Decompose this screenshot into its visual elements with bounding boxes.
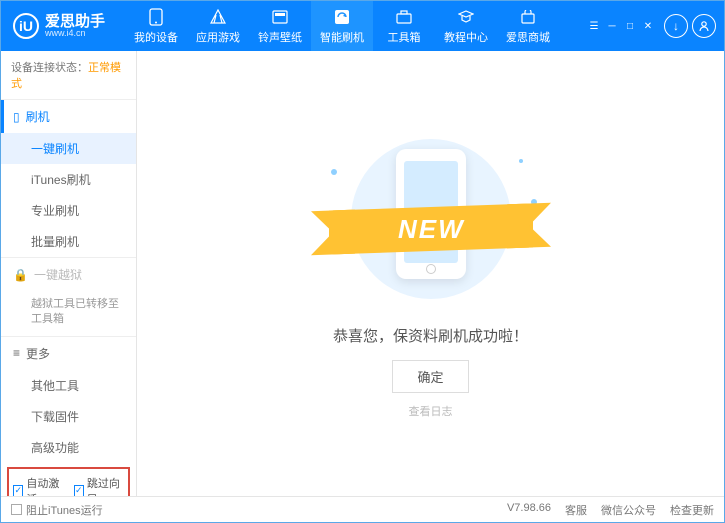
close-icon[interactable]: ✕ [640, 19, 656, 33]
checkbox-icon [11, 504, 22, 515]
download-button[interactable]: ↓ [664, 14, 688, 38]
connection-status: 设备连接状态：正常模式 [1, 51, 136, 99]
app-title: 爱思助手 [45, 14, 105, 29]
sidebar-item-itunes[interactable]: iTunes刷机 [1, 164, 136, 195]
maximize-icon[interactable]: □ [622, 19, 638, 33]
toolbox-icon [395, 8, 413, 26]
footer-link-support[interactable]: 客服 [565, 502, 587, 518]
view-log-link[interactable]: 查看日志 [409, 403, 453, 419]
user-button[interactable] [692, 14, 716, 38]
footer-link-update[interactable]: 检查更新 [670, 502, 714, 518]
checkbox-icon: ✓ [74, 485, 84, 496]
flash-icon [333, 8, 351, 26]
sidebar-item-other[interactable]: 其他工具 [1, 370, 136, 401]
sidebar: 设备连接状态：正常模式 ▯刷机 一键刷机 iTunes刷机 专业刷机 批量刷机 … [1, 51, 137, 496]
phone-icon [147, 8, 165, 26]
app-logo: iU 爱思助手 www.i4.cn [9, 13, 105, 39]
wallpaper-icon [271, 8, 289, 26]
sidebar-item-oneclick[interactable]: 一键刷机 [1, 133, 136, 164]
success-illustration: NEW [311, 129, 551, 309]
sidebar-item-batch[interactable]: 批量刷机 [1, 226, 136, 257]
sidebar-item-pro[interactable]: 专业刷机 [1, 195, 136, 226]
checkbox-block-itunes[interactable]: 阻止iTunes运行 [11, 502, 103, 518]
checkbox-auto-activate[interactable]: ✓自动激活 [13, 475, 64, 496]
sidebar-section-more[interactable]: ≡更多 [1, 337, 136, 370]
lock-icon: 🔒 [13, 268, 28, 282]
sidebar-item-download[interactable]: 下载固件 [1, 401, 136, 432]
ok-button[interactable]: 确定 [392, 360, 468, 393]
sidebar-section-jailbreak: 🔒一键越狱 [1, 258, 136, 291]
sidebar-item-advanced[interactable]: 高级功能 [1, 432, 136, 463]
sidebar-section-flash[interactable]: ▯刷机 [1, 100, 136, 133]
store-icon [519, 8, 537, 26]
nav-apps[interactable]: 应用游戏 [187, 1, 249, 51]
window-controls: ☰ ─ □ ✕ [586, 19, 656, 33]
titlebar: iU 爱思助手 www.i4.cn 我的设备 应用游戏 铃声壁纸 智能刷机 工具… [1, 1, 724, 51]
nav-tutorial[interactable]: 教程中心 [435, 1, 497, 51]
phone-icon: ▯ [13, 110, 20, 124]
checkbox-skip-guide[interactable]: ✓跳过向导 [74, 475, 125, 496]
minimize-icon[interactable]: ─ [604, 19, 620, 33]
option-checkboxes: ✓自动激活 ✓跳过向导 [7, 467, 130, 496]
apps-icon [209, 8, 227, 26]
logo-icon: iU [13, 13, 39, 39]
footer: 阻止iTunes运行 V7.98.66 客服 微信公众号 检查更新 [1, 496, 724, 522]
nav-store[interactable]: 爱思商城 [497, 1, 559, 51]
version-label: V7.98.66 [507, 502, 551, 518]
nav-flash[interactable]: 智能刷机 [311, 1, 373, 51]
success-message: 恭喜您，保资料刷机成功啦！ [333, 325, 528, 346]
app-url: www.i4.cn [45, 29, 105, 38]
menu-icon[interactable]: ☰ [586, 19, 602, 33]
footer-link-wechat[interactable]: 微信公众号 [601, 502, 656, 518]
tutorial-icon [457, 8, 475, 26]
nav-toolbox[interactable]: 工具箱 [373, 1, 435, 51]
checkbox-icon: ✓ [13, 485, 23, 496]
jailbreak-note: 越狱工具已转移至工具箱 [1, 291, 136, 336]
menu-icon: ≡ [13, 346, 20, 360]
nav-ringtone[interactable]: 铃声壁纸 [249, 1, 311, 51]
main-nav: 我的设备 应用游戏 铃声壁纸 智能刷机 工具箱 教程中心 爱思商城 [125, 1, 559, 51]
main-content: NEW 恭喜您，保资料刷机成功啦！ 确定 查看日志 [137, 51, 724, 496]
nav-device[interactable]: 我的设备 [125, 1, 187, 51]
